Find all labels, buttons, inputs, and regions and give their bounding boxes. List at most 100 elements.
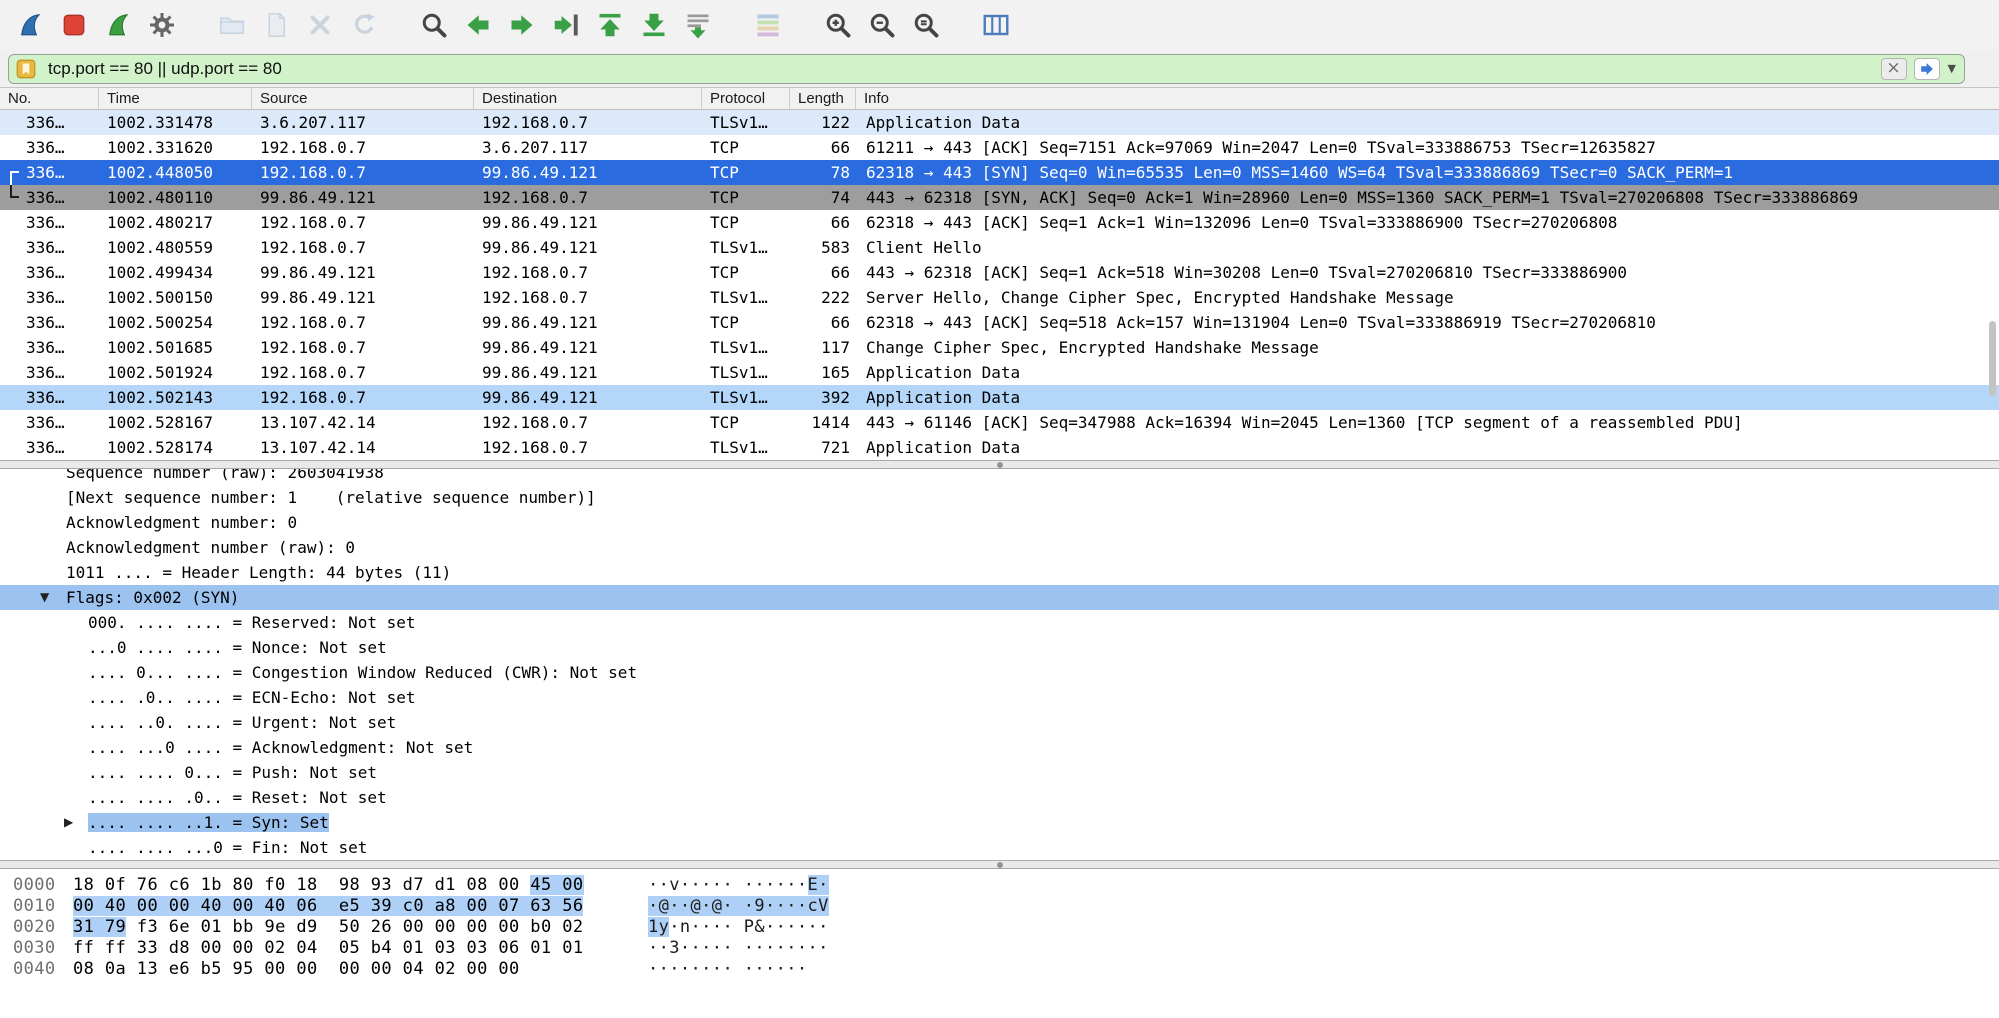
zoom-normal-icon bbox=[911, 10, 941, 40]
packet-cell-no: 336… bbox=[0, 285, 99, 310]
column-header-protocol[interactable]: Protocol bbox=[702, 88, 790, 109]
open-file-button[interactable] bbox=[210, 4, 254, 46]
go-first-packet-button[interactable] bbox=[588, 4, 632, 46]
zoom-out-icon bbox=[867, 10, 897, 40]
pane-splitter-top[interactable] bbox=[0, 460, 1999, 469]
packet-row[interactable]: 336…1002.501685192.168.0.799.86.49.121TL… bbox=[0, 335, 1999, 360]
packet-cell-src: 99.86.49.121 bbox=[252, 285, 474, 310]
packet-cell-info: 443 → 61146 [ACK] Seq=347988 Ack=16394 W… bbox=[856, 410, 1999, 435]
detail-line[interactable]: ...0 .... .... = Nonce: Not set bbox=[0, 635, 1999, 660]
zoom-in-button[interactable] bbox=[816, 4, 860, 46]
auto-scroll-button[interactable] bbox=[676, 4, 720, 46]
column-header-info[interactable]: Info bbox=[856, 88, 1999, 109]
go-to-packet-button[interactable] bbox=[544, 4, 588, 46]
colorize-button[interactable] bbox=[746, 4, 790, 46]
packet-row[interactable]: 336…1002.3314783.6.207.117192.168.0.7TLS… bbox=[0, 110, 1999, 135]
go-last-packet-button[interactable] bbox=[632, 4, 676, 46]
packet-row[interactable]: 336…1002.480217192.168.0.799.86.49.121TC… bbox=[0, 210, 1999, 235]
detail-line[interactable]: .... ..0. .... = Urgent: Not set bbox=[0, 710, 1999, 735]
packet-row[interactable]: 336…1002.502143192.168.0.799.86.49.121TL… bbox=[0, 385, 1999, 410]
packet-cell-dst: 192.168.0.7 bbox=[474, 435, 702, 460]
detail-line[interactable]: .... ...0 .... = Acknowledgment: Not set bbox=[0, 735, 1999, 760]
packet-cell-proto: TLSv1… bbox=[702, 110, 790, 135]
save-file-button[interactable] bbox=[254, 4, 298, 46]
detail-line[interactable]: ▼Flags: 0x002 (SYN) bbox=[0, 585, 1999, 610]
reload-file-button[interactable] bbox=[342, 4, 386, 46]
filter-expression-text[interactable]: tcp.port == 80 || udp.port == 80 bbox=[48, 59, 1874, 79]
go-back-button[interactable] bbox=[456, 4, 500, 46]
packet-cell-time: 1002.448050 bbox=[99, 160, 252, 185]
colorize-icon bbox=[753, 10, 783, 40]
packet-row[interactable]: 336…1002.448050192.168.0.799.86.49.121TC… bbox=[0, 160, 1999, 185]
filter-dropdown-icon[interactable]: ▼ bbox=[1948, 62, 1956, 75]
detail-line[interactable]: .... .0.. .... = ECN-Echo: Not set bbox=[0, 685, 1999, 710]
packet-row[interactable]: 336…1002.480559192.168.0.799.86.49.121TL… bbox=[0, 235, 1999, 260]
packet-row[interactable]: 336…1002.500254192.168.0.799.86.49.121TC… bbox=[0, 310, 1999, 335]
column-header-source[interactable]: Source bbox=[252, 88, 474, 109]
scrollbar-thumb[interactable] bbox=[1989, 321, 1996, 396]
zoom-normal-button[interactable] bbox=[904, 4, 948, 46]
packet-row[interactable]: 336…1002.49943499.86.49.121192.168.0.7TC… bbox=[0, 260, 1999, 285]
clear-filter-button[interactable]: × bbox=[1881, 58, 1907, 80]
detail-text: .... .... 0... = Push: Not set bbox=[88, 763, 377, 782]
column-header-destination[interactable]: Destination bbox=[474, 88, 702, 109]
packet-cell-time: 1002.501685 bbox=[99, 335, 252, 360]
packet-cell-dst: 99.86.49.121 bbox=[474, 360, 702, 385]
goto-packet-icon bbox=[551, 10, 581, 40]
apply-filter-icon bbox=[1918, 60, 1936, 78]
hex-row[interactable]: 0030ff ff 33 d8 00 00 02 04 05 b4 01 03 … bbox=[0, 938, 1999, 959]
expand-icon[interactable]: ▶ bbox=[64, 810, 73, 835]
hex-row[interactable]: 000018 0f 76 c6 1b 80 f0 18 98 93 d7 d1 … bbox=[0, 875, 1999, 896]
packet-row[interactable]: 336…1002.331620192.168.0.73.6.207.117TCP… bbox=[0, 135, 1999, 160]
file-icon bbox=[261, 10, 291, 40]
find-packet-button[interactable] bbox=[412, 4, 456, 46]
detail-line[interactable]: Sequence number (raw): 2603041938 bbox=[0, 469, 1999, 485]
resize-columns-button[interactable] bbox=[974, 4, 1018, 46]
close-file-button[interactable] bbox=[298, 4, 342, 46]
bookmark-icon[interactable] bbox=[13, 56, 39, 82]
start-capture-button[interactable] bbox=[8, 4, 52, 46]
column-header-no[interactable]: No. bbox=[0, 88, 99, 109]
packet-row[interactable]: 336…1002.52816713.107.42.14192.168.0.7TC… bbox=[0, 410, 1999, 435]
collapse-icon[interactable]: ▼ bbox=[40, 585, 49, 610]
stop-capture-button[interactable] bbox=[52, 4, 96, 46]
packet-cell-src: 99.86.49.121 bbox=[252, 185, 474, 210]
detail-line[interactable]: [Next sequence number: 1 (relative seque… bbox=[0, 485, 1999, 510]
apply-filter-button[interactable] bbox=[1914, 58, 1940, 80]
column-header-length[interactable]: Length bbox=[790, 88, 856, 109]
detail-line[interactable]: 000. .... .... = Reserved: Not set bbox=[0, 610, 1999, 635]
hex-row[interactable]: 002031 79 f3 6e 01 bb 9e d9 50 26 00 00 … bbox=[0, 917, 1999, 938]
detail-line[interactable]: 1011 .... = Header Length: 44 bytes (11) bbox=[0, 560, 1999, 585]
hex-row[interactable]: 004008 0a 13 e6 b5 95 00 00 00 00 04 02 … bbox=[0, 959, 1999, 980]
display-filter-input[interactable]: tcp.port == 80 || udp.port == 80 × ▼ bbox=[8, 54, 1965, 84]
capture-options-button[interactable] bbox=[140, 4, 184, 46]
packet-cell-time: 1002.499434 bbox=[99, 260, 252, 285]
restart-capture-button[interactable] bbox=[96, 4, 140, 46]
detail-line[interactable]: .... .... .0.. = Reset: Not set bbox=[0, 785, 1999, 810]
packet-cell-dst: 99.86.49.121 bbox=[474, 160, 702, 185]
packet-row[interactable]: 336…1002.50015099.86.49.121192.168.0.7TL… bbox=[0, 285, 1999, 310]
packet-row[interactable]: 336…1002.48011099.86.49.121192.168.0.7TC… bbox=[0, 185, 1999, 210]
hex-row[interactable]: 001000 40 00 00 40 00 40 06 e5 39 c0 a8 … bbox=[0, 896, 1999, 917]
packet-cell-len: 1414 bbox=[790, 410, 856, 435]
detail-line[interactable]: .... .... ...0 = Fin: Not set bbox=[0, 835, 1999, 860]
detail-line[interactable]: .... .... 0... = Push: Not set bbox=[0, 760, 1999, 785]
packet-row[interactable]: 336…1002.52817413.107.42.14192.168.0.7TL… bbox=[0, 435, 1999, 460]
detail-line[interactable]: ▶.... .... ..1. = Syn: Set bbox=[0, 810, 1999, 835]
detail-text: .... .... ...0 = Fin: Not set bbox=[88, 838, 367, 857]
packet-cell-proto: TCP bbox=[702, 260, 790, 285]
detail-text: ...0 .... .... = Nonce: Not set bbox=[88, 638, 387, 657]
column-header-time[interactable]: Time bbox=[99, 88, 252, 109]
packet-cell-proto: TCP bbox=[702, 135, 790, 160]
packet-cell-info: 62318 → 443 [ACK] Seq=1 Ack=1 Win=132096… bbox=[856, 210, 1999, 235]
go-forward-button[interactable] bbox=[500, 4, 544, 46]
zoom-out-button[interactable] bbox=[860, 4, 904, 46]
detail-line[interactable]: .... 0... .... = Congestion Window Reduc… bbox=[0, 660, 1999, 685]
hex-ascii: ·@··@·@· ·9····cV bbox=[648, 896, 829, 917]
hex-offset: 0020 bbox=[13, 917, 56, 938]
packet-cell-info: Application Data bbox=[856, 360, 1999, 385]
detail-line[interactable]: Acknowledgment number (raw): 0 bbox=[0, 535, 1999, 560]
detail-line[interactable]: Acknowledgment number: 0 bbox=[0, 510, 1999, 535]
pane-splitter-bottom[interactable] bbox=[0, 860, 1999, 869]
packet-row[interactable]: 336…1002.501924192.168.0.799.86.49.121TL… bbox=[0, 360, 1999, 385]
